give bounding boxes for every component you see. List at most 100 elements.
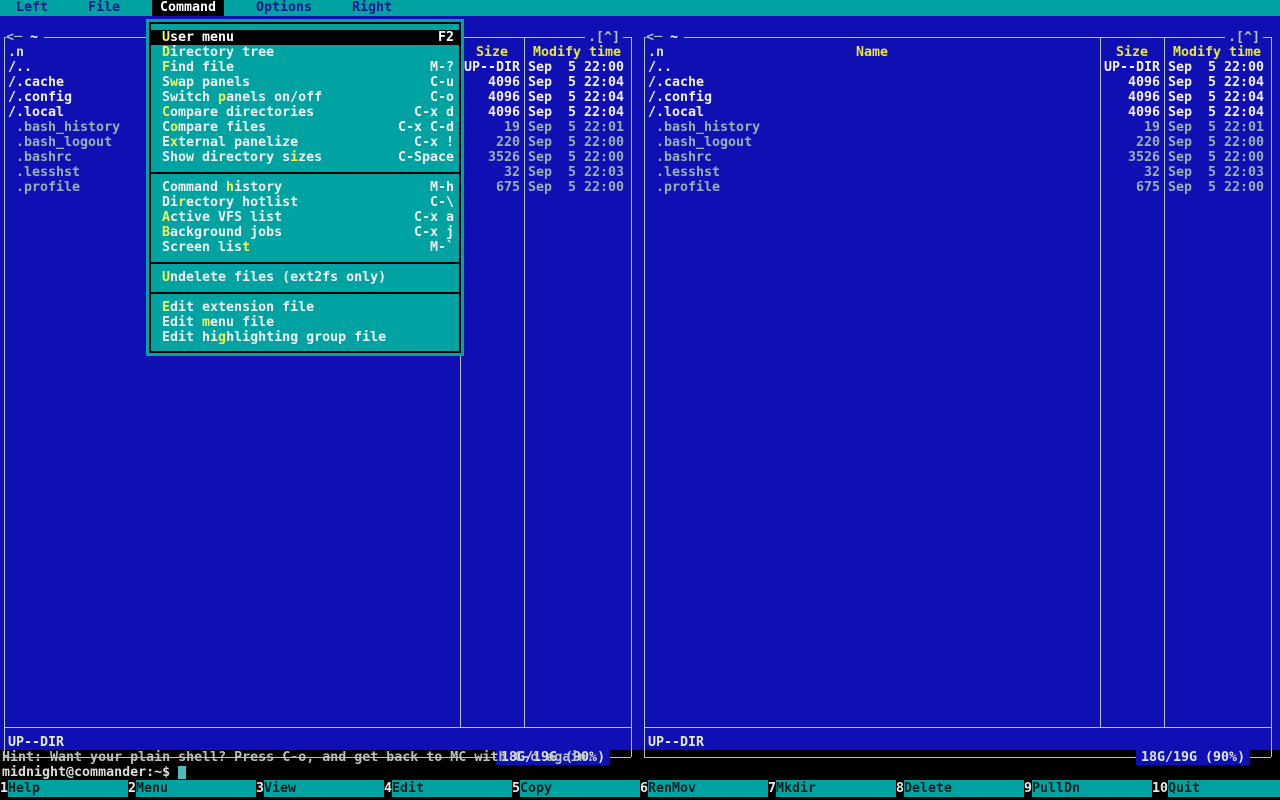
fkey-10-quit[interactable]: 10 Quit xyxy=(1152,780,1280,797)
file-size: 4096 xyxy=(1127,105,1160,120)
file-name: .bashrc xyxy=(8,150,73,165)
menu-bar: Left File Command Options Right xyxy=(0,0,1280,16)
menu-item-user-menu[interactable]: User menu F2 xyxy=(151,30,459,45)
command-menu-dropdown: User menu F2 Directory tree Find file M-? Swa… xyxy=(146,19,464,356)
menu-item-command-history[interactable]: Command history M-h xyxy=(151,180,459,195)
menu-item-switch-panels-on-off[interactable]: Switch panels on/off C-o xyxy=(151,90,459,105)
mc-screen: Left File Command Options Right <─ ~ .[^] 18G… xyxy=(0,0,1280,800)
file-row-config[interactable]: /.config 4096 Sep 5 22:04 xyxy=(644,90,1272,105)
menu-item-label: Compare files xyxy=(162,120,267,135)
file-mtime: Sep 5 22:04 xyxy=(528,105,625,120)
menu-item-shortcut: C-x ! xyxy=(413,135,454,150)
fkey-4-edit[interactable]: 4 Edit xyxy=(384,780,512,797)
column-header-name[interactable]: Name xyxy=(644,45,1100,60)
panel-up-button[interactable]: .[^] xyxy=(1225,30,1264,45)
menu-item-screen-list[interactable]: Screen list M-` xyxy=(151,240,459,255)
menubar-item-options[interactable]: Options xyxy=(256,0,312,16)
file-name: .bash_logout xyxy=(648,135,753,150)
menu-item-shortcut: C-Space xyxy=(397,150,454,165)
file-row-bashrc[interactable]: .bashrc 3526 Sep 5 22:00 xyxy=(644,150,1272,165)
file-name: .lesshst xyxy=(648,165,721,180)
menu-item-background-jobs[interactable]: Background jobs C-x j xyxy=(151,225,459,240)
file-row-bash-logout[interactable]: .bash_logout 220 Sep 5 22:00 xyxy=(644,135,1272,150)
file-mtime: Sep 5 22:01 xyxy=(1168,120,1265,135)
menu-item-edit-highlighting-group-file[interactable]: Edit highlighting group file xyxy=(151,330,459,345)
menu-item-shortcut: C-x a xyxy=(413,210,454,225)
file-row-local[interactable]: /.local 4096 Sep 5 22:04 xyxy=(644,105,1272,120)
menu-item-label: Edit menu file xyxy=(162,315,275,330)
file-size: 4096 xyxy=(1127,90,1160,105)
file-mtime: Sep 5 22:00 xyxy=(1168,135,1265,150)
fkey-number: 8 xyxy=(896,780,905,797)
mini-status: UP--DIR xyxy=(648,735,705,750)
fkey-7-mkdir[interactable]: 7 Mkdir xyxy=(768,780,896,797)
fkey-label: Copy xyxy=(520,780,640,797)
fkey-5-copy[interactable]: 5 Copy xyxy=(512,780,640,797)
column-header-mtime[interactable]: Modify time xyxy=(524,45,630,60)
file-name: .profile xyxy=(8,180,81,195)
file-name: .profile xyxy=(648,180,721,195)
file-row-profile[interactable]: .profile 675 Sep 5 22:00 xyxy=(644,180,1272,195)
file-size: 675 xyxy=(1135,180,1160,195)
menu-item-label: Background jobs xyxy=(162,225,283,240)
fkey-8-delete[interactable]: 8 Delete xyxy=(896,780,1024,797)
menu-item-compare-directories[interactable]: Compare directories C-x d xyxy=(151,105,459,120)
file-name: .bash_history xyxy=(648,120,761,135)
file-size: 4096 xyxy=(1127,75,1160,90)
menu-item-shortcut: M-h xyxy=(429,180,454,195)
file-name: /.local xyxy=(648,105,705,120)
menu-separator xyxy=(151,165,459,180)
menu-item-shortcut: M-` xyxy=(429,240,454,255)
menu-item-directory-hotlist[interactable]: Directory hotlist C-\ xyxy=(151,195,459,210)
menu-item-external-panelize[interactable]: External panelize C-x ! xyxy=(151,135,459,150)
file-mtime: Sep 5 22:03 xyxy=(528,165,625,180)
menu-item-show-directory-sizes[interactable]: Show directory sizes C-Space xyxy=(151,150,459,165)
menu-item-undelete-files-ext2fs-only[interactable]: Undelete files (ext2fs only) xyxy=(151,270,459,285)
fkey-number: 5 xyxy=(512,780,521,797)
file-mtime: Sep 5 22:00 xyxy=(528,60,625,75)
file-size: 675 xyxy=(495,180,520,195)
column-header-mtime[interactable]: Modify time xyxy=(1164,45,1270,60)
file-name: /.config xyxy=(648,90,713,105)
fkey-3-view[interactable]: 3 View xyxy=(256,780,384,797)
file-name: /.. xyxy=(648,60,673,75)
file-row-bash-history[interactable]: .bash_history 19 Sep 5 22:01 xyxy=(644,120,1272,135)
menubar-item-command[interactable]: Command xyxy=(152,0,225,16)
menu-item-swap-panels[interactable]: Swap panels C-u xyxy=(151,75,459,90)
file-row-lesshst[interactable]: .lesshst 32 Sep 5 22:03 xyxy=(644,165,1272,180)
menu-item-compare-files[interactable]: Compare files C-x C-d xyxy=(151,120,459,135)
menu-item-edit-menu-file[interactable]: Edit menu file xyxy=(151,315,459,330)
file-row-up-dir[interactable]: /.. UP--DIR Sep 5 22:00 xyxy=(644,60,1272,75)
panel-up-button[interactable]: .[^] xyxy=(585,30,624,45)
menu-item-shortcut: C-\ xyxy=(429,195,454,210)
menubar-item-right[interactable]: Right xyxy=(352,0,392,16)
fkey-1-help[interactable]: 1 Help xyxy=(0,780,128,797)
menu-item-find-file[interactable]: Find file M-? xyxy=(151,60,459,75)
fkey-number: 9 xyxy=(1024,780,1033,797)
file-mtime: Sep 5 22:00 xyxy=(1168,180,1265,195)
fkey-label: Menu xyxy=(136,780,256,797)
menu-item-edit-extension-file[interactable]: Edit extension file xyxy=(151,300,459,315)
file-row-cache[interactable]: /.cache 4096 Sep 5 22:04 xyxy=(644,75,1272,90)
right-panel-border-top xyxy=(644,37,1271,38)
file-size: UP--DIR xyxy=(1103,60,1160,75)
menu-item-label: Swap panels xyxy=(162,75,251,90)
file-mtime: Sep 5 22:04 xyxy=(1168,75,1265,90)
fkey-9-pulldn[interactable]: 9 PullDn xyxy=(1024,780,1152,797)
right-panel-path-area[interactable]: <─ ~ xyxy=(646,30,685,45)
menubar-item-left[interactable]: Left xyxy=(16,0,48,16)
menu-item-active-vfs-list[interactable]: Active VFS list C-x a xyxy=(151,210,459,225)
file-size: 3526 xyxy=(1127,150,1160,165)
menubar-item-file[interactable]: File xyxy=(88,0,120,16)
menu-item-label: Undelete files (ext2fs only) xyxy=(162,270,387,285)
column-header-size[interactable]: Size xyxy=(1100,45,1164,60)
menu-item-directory-tree[interactable]: Directory tree xyxy=(151,45,459,60)
shell-prompt[interactable]: midnight@commander:~$ xyxy=(2,765,170,780)
fkey-6-renmov[interactable]: 6 RenMov xyxy=(640,780,768,797)
column-header-size[interactable]: Size xyxy=(460,45,524,60)
left-panel-path-area[interactable]: <─ ~ xyxy=(6,30,45,45)
file-mtime: Sep 5 22:04 xyxy=(1168,105,1265,120)
fkey-2-menu[interactable]: 2 Menu xyxy=(128,780,256,797)
file-size: 19 xyxy=(503,120,520,135)
menu-item-label: Directory tree xyxy=(162,45,275,60)
